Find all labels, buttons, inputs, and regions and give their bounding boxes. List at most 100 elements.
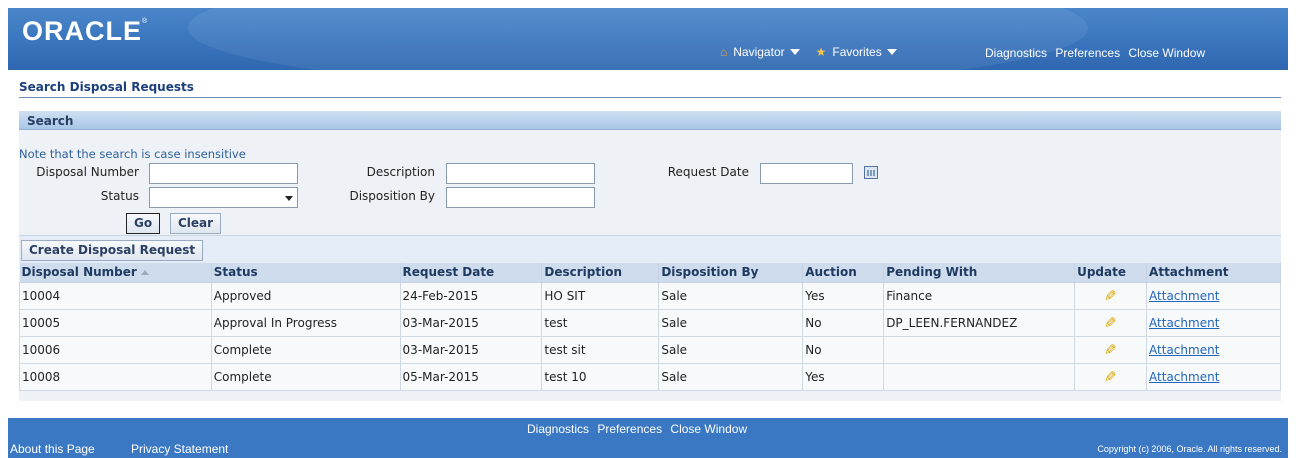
request-date-input[interactable] — [760, 163, 853, 184]
request-date-label: Request Date — [667, 165, 749, 179]
home-icon: ⌂ — [720, 45, 728, 59]
col-disposition-by: Disposition By — [658, 263, 804, 283]
cell-request-date: 03-Mar-2015 — [399, 308, 543, 337]
cell-disposition-by: Sale — [658, 308, 804, 337]
chevron-down-icon — [789, 49, 800, 55]
header-decoration — [188, 8, 1088, 70]
cell-attachment: Attachment — [1146, 335, 1281, 364]
navigator-label: Navigator — [733, 45, 785, 59]
cell-attachment: Attachment — [1146, 281, 1281, 310]
chevron-down-icon — [886, 49, 897, 55]
col-status: Status — [211, 263, 401, 283]
footer-preferences-link[interactable]: Preferences — [597, 422, 662, 436]
go-button[interactable]: Go — [126, 213, 161, 234]
cell-attachment: Attachment — [1146, 362, 1281, 391]
table-header-row: Disposal Number Status Request Date Desc… — [19, 263, 1281, 283]
diagnostics-link[interactable]: Diagnostics — [985, 46, 1047, 60]
cell-disposal-number: 10006 — [19, 335, 212, 364]
cell-auction: No — [802, 308, 885, 337]
preferences-link[interactable]: Preferences — [1055, 46, 1120, 60]
cell-status: Approval In Progress — [210, 308, 401, 337]
cell-update: ✎ — [1074, 362, 1148, 391]
footer-global-links: Diagnostics Preferences Close Window — [527, 422, 752, 436]
oracle-logo: ORACLE® — [22, 16, 149, 46]
privacy-statement-link[interactable]: Privacy Statement — [131, 442, 228, 456]
favorites-menu[interactable]: ★ Favorites — [816, 45, 897, 59]
cell-request-date: 24-Feb-2015 — [399, 281, 543, 310]
cell-update: ✎ — [1074, 281, 1148, 310]
cell-description: HO SIT — [541, 281, 660, 310]
status-label: Status — [100, 189, 139, 203]
attachment-link[interactable]: Attachment — [1149, 316, 1219, 330]
search-header: Search — [19, 111, 1281, 130]
search-region: Search Note that the search is case inse… — [19, 111, 1281, 401]
edit-pencil-icon[interactable]: ✎ — [1104, 287, 1117, 305]
cell-disposal-number: 10004 — [19, 281, 212, 310]
disposal-number-input[interactable] — [149, 163, 298, 184]
edit-pencil-icon[interactable]: ✎ — [1104, 341, 1117, 359]
attachment-link[interactable]: Attachment — [1149, 343, 1219, 357]
navigator-menu[interactable]: ⌂ Navigator — [720, 45, 800, 59]
close-window-link[interactable]: Close Window — [1128, 46, 1205, 60]
cell-description: test 10 — [541, 362, 660, 391]
cell-disposal-number: 10008 — [19, 362, 212, 391]
edit-pencil-icon[interactable]: ✎ — [1104, 314, 1117, 332]
app-header: ORACLE® ⌂ Navigator ★ Favorites Diagnost… — [8, 8, 1288, 70]
copyright-text: Copyright (c) 2006, Oracle. All rights r… — [1097, 444, 1282, 454]
col-pending-with: Pending With — [883, 263, 1076, 283]
table-row: 10005 Approval In Progress 03-Mar-2015 t… — [19, 308, 1281, 337]
table-row: 10004 Approved 24-Feb-2015 HO SIT Sale Y… — [19, 281, 1281, 310]
attachment-link[interactable]: Attachment — [1149, 289, 1219, 303]
cell-auction: Yes — [802, 362, 885, 391]
chevron-down-icon — [285, 196, 293, 201]
search-note: Note that the search is case insensitive — [19, 147, 246, 161]
global-links: Diagnostics Preferences Close Window — [985, 46, 1210, 60]
attachment-link[interactable]: Attachment — [1149, 370, 1219, 384]
cell-pending-with — [883, 362, 1076, 391]
cell-description: test — [541, 308, 660, 337]
cell-auction: Yes — [802, 281, 885, 310]
cell-auction: No — [802, 335, 885, 364]
edit-pencil-icon[interactable]: ✎ — [1104, 368, 1117, 386]
table-row: 10006 Complete 03-Mar-2015 test sit Sale… — [19, 335, 1281, 364]
title-divider — [19, 97, 1281, 98]
header-menus: ⌂ Navigator ★ Favorites — [720, 45, 913, 59]
status-select[interactable] — [149, 187, 298, 208]
description-label: Description — [366, 165, 435, 179]
cell-attachment: Attachment — [1146, 308, 1281, 337]
sort-ascending-icon — [140, 270, 149, 276]
favorites-label: Favorites — [832, 45, 882, 59]
disposition-by-label: Disposition By — [349, 189, 435, 203]
cell-request-date: 03-Mar-2015 — [399, 335, 543, 364]
cell-pending-with: DP_LEEN.FERNANDEZ — [883, 308, 1076, 337]
col-update: Update — [1074, 263, 1148, 283]
disposition-by-input[interactable] — [446, 187, 595, 208]
cell-disposal-number: 10005 — [19, 308, 212, 337]
cell-update: ✎ — [1074, 308, 1148, 337]
clear-button[interactable]: Clear — [170, 213, 222, 234]
col-request-date: Request Date — [400, 263, 543, 283]
table-row: 10008 Complete 05-Mar-2015 test 10 Sale … — [19, 362, 1281, 391]
cell-status: Complete — [210, 335, 401, 364]
cell-pending-with: Finance — [883, 281, 1076, 310]
app-footer: Diagnostics Preferences Close Window Abo… — [8, 418, 1288, 458]
page-title: Search Disposal Requests — [19, 80, 194, 94]
about-page-link[interactable]: About this Page — [10, 442, 95, 456]
calendar-icon[interactable] — [864, 166, 878, 179]
col-attachment: Attachment — [1146, 263, 1281, 283]
cell-status: Approved — [210, 281, 401, 310]
cell-request-date: 05-Mar-2015 — [399, 362, 543, 391]
create-disposal-request-button[interactable]: Create Disposal Request — [21, 240, 204, 261]
cell-disposition-by: Sale — [658, 362, 804, 391]
col-disposal-number[interactable]: Disposal Number — [19, 263, 212, 283]
search-header-label: Search — [27, 114, 74, 128]
table-toolbar: Create Disposal Request — [19, 235, 1281, 263]
description-input[interactable] — [446, 163, 595, 184]
cell-status: Complete — [210, 362, 401, 391]
cell-disposition-by: Sale — [658, 281, 804, 310]
footer-close-window-link[interactable]: Close Window — [670, 422, 747, 436]
results-table: Disposal Number Status Request Date Desc… — [19, 263, 1281, 391]
footer-diagnostics-link[interactable]: Diagnostics — [527, 422, 589, 436]
favorites-icon: ★ — [815, 45, 827, 59]
cell-update: ✎ — [1074, 335, 1148, 364]
